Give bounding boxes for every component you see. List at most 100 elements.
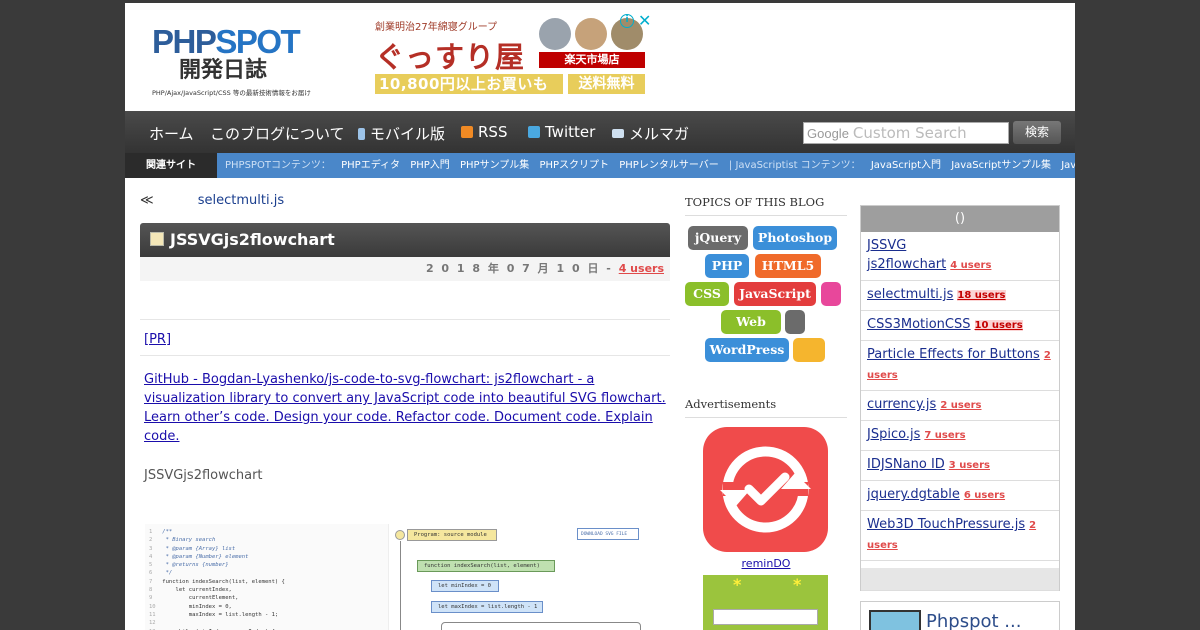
- topic-tag[interactable]: jQuery: [688, 226, 748, 250]
- ranking-item: selectmulti.js 18 users: [861, 281, 1059, 311]
- code-line: 12: [149, 620, 156, 627]
- ranking-footer: [861, 568, 1059, 590]
- ranking-item-link[interactable]: CSS3MotionCSS: [867, 317, 971, 332]
- page-thumbnail: [869, 610, 921, 630]
- reminder-app-icon[interactable]: [703, 427, 828, 552]
- ranking-users-badge[interactable]: 7 users: [924, 430, 965, 441]
- pr-link[interactable]: [PR]: [144, 332, 171, 347]
- related-sites-label: 関連サイト: [146, 160, 196, 171]
- twitter-icon: [528, 126, 540, 138]
- ranking-item-link[interactable]: JSpico.js: [867, 427, 920, 442]
- topics-panel: TOPICS OF THIS BLOG jQuery Photoshop PHP HT…: [685, 195, 847, 386]
- ad-store: 楽天市場店: [539, 52, 645, 68]
- app-name[interactable]: reminDO: [742, 557, 791, 570]
- logo-php: PHP: [152, 23, 217, 60]
- app-name-link[interactable]: reminDO: [685, 557, 847, 570]
- ad-close-icon[interactable]: ✕: [638, 11, 651, 30]
- flow-node: Program: source module: [407, 529, 497, 541]
- ranking-users-badge[interactable]: 18 users: [957, 290, 1006, 301]
- nav-rss[interactable]: RSS: [461, 123, 507, 141]
- related-link[interactable]: JavaScriptサンプル集: [951, 160, 1051, 171]
- pr-row: [PR]: [140, 320, 670, 356]
- post-column: ≪ selectmulti.js JSSVGjs2flowchart 2 0 1…: [140, 193, 670, 630]
- download-svg-button[interactable]: DOWNLOAD SVG FILE: [577, 528, 639, 540]
- topic-tag[interactable]: JavaScript: [734, 282, 816, 306]
- related-link[interactable]: PHPスクリプト: [539, 160, 609, 171]
- nav-about-label: このブログについて: [210, 125, 345, 143]
- ranking-heading: (): [861, 206, 1059, 232]
- flowchart-screenshot: 1 /** 2 * Binary search 3 * @param {Array}…: [145, 524, 645, 630]
- ranking-item-link[interactable]: IDJSNano ID: [867, 457, 945, 472]
- facebook-widget[interactable]: Phpspot ...: [860, 601, 1060, 630]
- related-sites-bar: 関連サイト PHPSPOTコンテンツ： PHPエディタ PHP入門 PHPサンプ…: [125, 153, 1075, 178]
- ranking-item-link[interactable]: jquery.dgtable: [867, 487, 960, 502]
- topic-tag[interactable]: Web: [721, 310, 781, 334]
- related-link[interactable]: JavaScriptリファレンス: [1061, 160, 1075, 171]
- banner-ad[interactable]: 創業明治27年綿寝グループ ぐっすり屋 楽天市場店 10,800円以上お買いもの…: [375, 11, 652, 113]
- ranking-users-badge[interactable]: 10 users: [974, 320, 1023, 331]
- facebook-page-title[interactable]: Phpspot ...: [926, 611, 1021, 630]
- topics-heading: TOPICS OF THIS BLOG: [685, 195, 847, 216]
- mail-icon: [612, 129, 624, 138]
- ranking-users-badge[interactable]: 2 users: [940, 400, 981, 411]
- nav-mobile-label: モバイル版: [370, 125, 446, 143]
- nav-twitter[interactable]: Twitter: [528, 123, 595, 141]
- nav-mobile[interactable]: モバイル版: [358, 123, 445, 144]
- search-placeholder: Custom Search: [852, 124, 967, 142]
- related-sites-links: PHPSPOTコンテンツ： PHPエディタ PHP入門 PHPサンプル集 PHP…: [217, 153, 1075, 178]
- flowchart-diagram: Program: source module DOWNLOAD SVG FILE…: [393, 524, 645, 630]
- topic-tag[interactable]: [785, 310, 805, 334]
- ranking-users-badge[interactable]: 4 users: [950, 260, 991, 271]
- post-title: JSSVGjs2flowchart: [170, 230, 335, 249]
- mobile-icon: [358, 127, 365, 140]
- post-pager: ≪ selectmulti.js: [140, 193, 670, 213]
- ad-shipping: 送料無料: [568, 74, 645, 94]
- related-link[interactable]: PHPエディタ: [341, 160, 400, 171]
- topic-tag[interactable]: WordPress: [705, 338, 789, 362]
- related-heading-phpspot: PHPSPOTコンテンツ：: [225, 160, 331, 171]
- ranking-item-link[interactable]: Web3D TouchPressure.js: [867, 517, 1025, 532]
- site-logo[interactable]: PHPSPOT 開発日誌 PHP/Ajax/JavaScript/CSS 等の最…: [152, 25, 312, 97]
- post-users-badge[interactable]: 4 users: [619, 262, 664, 275]
- nav-rss-label: RSS: [478, 123, 508, 141]
- topic-tag[interactable]: [821, 282, 841, 306]
- related-link[interactable]: PHPサンプル集: [460, 160, 529, 171]
- advertisements-heading: Advertisements: [685, 397, 847, 418]
- nav-home-label: ホーム: [149, 125, 194, 143]
- ad-brand: ぐっすり屋: [375, 40, 526, 74]
- nav-home[interactable]: ホーム: [149, 123, 194, 144]
- ranking-item: jquery.dgtable 6 users: [861, 481, 1059, 511]
- prev-arrow-icon[interactable]: ≪: [140, 193, 154, 208]
- ranking-item-link[interactable]: Particle Effects for Buttons: [867, 347, 1040, 362]
- logo-subtitle: 開発日誌: [179, 58, 268, 83]
- ranking-item: Particle Effects for Buttons 2 users: [861, 341, 1059, 391]
- ranking-users-badge[interactable]: 6 users: [964, 490, 1005, 501]
- ranking-panel: () JSSVG js2flowchart 4 users selectmulti.…: [860, 205, 1060, 591]
- ad-info-icon[interactable]: i: [620, 14, 634, 28]
- ranking-item-link[interactable]: JSSVG js2flowchart: [867, 238, 946, 272]
- related-link[interactable]: PHP入門: [410, 160, 450, 171]
- topic-tag[interactable]: Photoshop: [753, 226, 837, 250]
- topic-tag[interactable]: [793, 338, 825, 362]
- ranking-item-link[interactable]: currency.js: [867, 397, 936, 412]
- nav-about[interactable]: このブログについて: [210, 123, 345, 144]
- topic-tag[interactable]: PHP: [705, 254, 749, 278]
- topic-tag[interactable]: CSS: [685, 282, 729, 306]
- prev-post-link[interactable]: selectmulti.js: [198, 193, 284, 208]
- search-input[interactable]: Google Custom Search: [803, 122, 1009, 144]
- second-ad[interactable]: * *: [703, 575, 828, 630]
- ranking-users-badge[interactable]: 3 users: [949, 460, 990, 471]
- topic-tag[interactable]: HTML5: [755, 254, 821, 278]
- topic-tags: jQuery Photoshop PHP HTML5 CSS JavaScript Web W…: [685, 216, 847, 386]
- related-link[interactable]: PHPレンタルサーバー: [619, 160, 718, 171]
- related-link[interactable]: JavaScript入門: [871, 160, 941, 171]
- code-line: 5 * @returns {number}: [149, 562, 229, 569]
- nav-mailmag[interactable]: メルマガ: [612, 123, 689, 144]
- ranking-item: IDJSNano ID 3 users: [861, 451, 1059, 481]
- search-button[interactable]: 検索: [1013, 121, 1061, 144]
- code-line: 11 maxIndex = list.length - 1;: [149, 611, 279, 618]
- advertisements-panel: Advertisements reminDO * *: [685, 397, 847, 630]
- ranking-item-link[interactable]: selectmulti.js: [867, 287, 953, 302]
- flow-node: function indexSearch(list, element): [417, 560, 555, 572]
- github-link[interactable]: GitHub - Bogdan-Lyashenko/js-code-to-svg…: [144, 372, 666, 444]
